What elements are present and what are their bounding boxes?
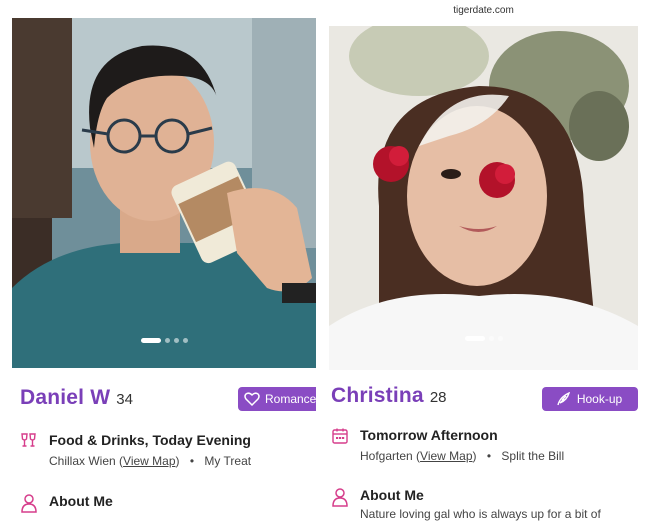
photo-pagination-dots[interactable] <box>12 332 316 350</box>
intent-tag-label: Romance <box>265 392 316 406</box>
date-details: Hofgarten (View Map) • Split the Bill <box>360 449 564 463</box>
intent-tag-romance[interactable]: Romance <box>238 387 316 411</box>
venue-name: Chillax Wien <box>49 454 116 468</box>
profile-photo[interactable] <box>12 18 316 368</box>
profile-name: Christina <box>331 384 424 407</box>
profile-header: Christina 28 <box>331 384 447 408</box>
heart-icon <box>244 392 260 406</box>
pagination-dot[interactable] <box>497 336 503 342</box>
pagination-dot[interactable] <box>182 338 188 344</box>
browser-url: tigerdate.com <box>453 5 514 16</box>
view-map-link[interactable]: View Map <box>420 449 472 463</box>
venue-name: Hofgarten <box>360 449 413 463</box>
date-title: Food & Drinks, Today Evening <box>49 432 251 448</box>
profile-age: 34 <box>116 391 133 408</box>
about-text: Nature loving gal who is always up for a… <box>360 507 601 521</box>
photo-daniel-drinking-coffee <box>12 18 316 368</box>
about-section: About Me <box>20 493 113 518</box>
intent-tag-hookup[interactable]: Hook-up <box>542 387 638 411</box>
link-paren: ) <box>472 449 477 463</box>
intent-tag-label: Hook-up <box>576 392 623 406</box>
about-title: About Me <box>360 487 424 503</box>
link-paren: ) <box>175 454 180 468</box>
payment-option: Split the Bill <box>501 449 565 463</box>
pagination-dot[interactable] <box>464 336 485 342</box>
profile-header: Daniel W 34 <box>20 386 133 410</box>
profile-age: 28 <box>429 389 447 406</box>
separator-dot: • <box>189 454 195 468</box>
pagination-dot[interactable] <box>140 338 161 344</box>
pagination-dot[interactable] <box>164 338 170 344</box>
about-title: About Me <box>49 493 113 509</box>
view-map-link[interactable]: View Map <box>123 454 175 468</box>
about-section: About Me Nature loving gal who is always… <box>331 487 601 521</box>
profile-card-daniel[interactable]: Daniel W 34 Romance Food & Drinks, Today… <box>12 0 316 528</box>
date-plan: Tomorrow Afternoon Hofgarten (View Map) … <box>331 427 564 463</box>
date-details: Chillax Wien (View Map) • My Treat <box>49 454 251 468</box>
date-title: Tomorrow Afternoon <box>360 427 498 443</box>
photo-christina-with-roses <box>329 26 638 370</box>
profile-card-christina[interactable]: tigerdate.com Christina 28 Hook-up Tomor… <box>329 0 638 528</box>
pagination-dot[interactable] <box>173 338 179 344</box>
pagination-dot[interactable] <box>488 336 494 342</box>
wine-glasses-icon <box>21 433 36 447</box>
feather-icon <box>557 392 570 406</box>
profile-photo[interactable] <box>329 26 638 370</box>
payment-option: My Treat <box>204 454 252 468</box>
person-icon <box>332 488 348 507</box>
date-plan: Food & Drinks, Today Evening Chillax Wie… <box>20 432 251 468</box>
calendar-icon <box>332 428 348 444</box>
person-icon <box>21 494 37 513</box>
photo-pagination-dots[interactable] <box>329 330 638 348</box>
separator-dot: • <box>486 449 492 463</box>
profile-name: Daniel W <box>20 386 111 409</box>
